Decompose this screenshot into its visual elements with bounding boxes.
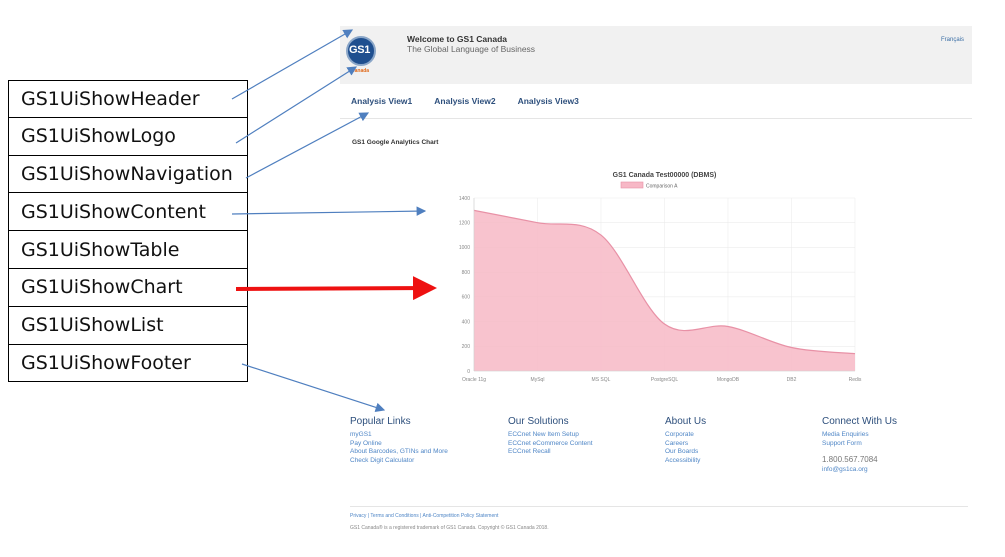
page-screenshot: GS1 Canada Welcome to GS1 Canada The Glo…	[340, 26, 972, 551]
footer-popular-links: Popular Links myGS1 Pay Online About Bar…	[350, 416, 448, 465]
footer-link[interactable]: Our Boards	[665, 448, 706, 457]
y-tick-label: 400	[462, 319, 471, 325]
arrow-logo	[235, 66, 358, 144]
footer-link[interactable]: Careers	[665, 440, 706, 449]
footer-link[interactable]: Media Enquiries	[822, 431, 897, 440]
legend-label: Comparison A	[646, 184, 678, 190]
footer-our-solutions: Our Solutions ECCnet New Item Setup ECCn…	[508, 416, 593, 457]
footer-connect: Connect With Us Media Enquiries Support …	[822, 416, 897, 473]
footer-link[interactable]: Accessibility	[665, 457, 706, 466]
footer-phone: 1.800.567.7084	[822, 455, 878, 465]
arrow-header	[231, 29, 354, 100]
footer-link[interactable]: ECCnet eCommerce Content	[508, 440, 593, 449]
label-header: GS1UiShowHeader	[8, 80, 248, 118]
x-tick-label: Oracle 11g	[462, 377, 486, 383]
footer-link[interactable]: myGS1	[350, 431, 448, 440]
y-tick-label: 600	[462, 295, 471, 301]
label-footer: GS1UiShowFooter	[8, 344, 248, 383]
x-tick-label: DB2	[787, 377, 797, 383]
legal-links[interactable]: Privacy | Terms and Conditions | Anti-Co…	[350, 513, 498, 519]
footer-heading: About Us	[665, 416, 707, 427]
footer-heading: Popular Links	[350, 416, 411, 427]
y-tick-label: 200	[462, 344, 471, 350]
footer-link[interactable]: Support Form	[822, 440, 897, 449]
footer-divider	[350, 506, 968, 507]
component-label-table: GS1UiShowHeader GS1UiShowLogo GS1UiShowN…	[8, 80, 248, 383]
footer-link[interactable]: Check Digit Calculator	[350, 457, 448, 466]
label-content: GS1UiShowContent	[8, 193, 248, 232]
x-tick-label: MongoDB	[717, 377, 740, 383]
footer-about-us: About Us Corporate Careers Our Boards Ac…	[665, 416, 706, 465]
legal-note: GS1 Canada® is a registered trademark of…	[350, 525, 549, 531]
label-table: GS1UiShowTable	[8, 231, 248, 269]
footer-heading: Connect With Us	[822, 416, 898, 427]
label-list: GS1UiShowList	[8, 306, 248, 345]
x-tick-label: MS SQL	[592, 377, 611, 383]
footer-link[interactable]: ECCnet Recall	[508, 448, 593, 457]
y-tick-label: 800	[462, 270, 471, 276]
footer-link[interactable]: Corporate	[665, 431, 706, 440]
label-logo: GS1UiShowLogo	[8, 117, 248, 156]
y-tick-label: 1000	[459, 245, 470, 251]
y-tick-label: 0	[467, 369, 470, 375]
label-navigation: GS1UiShowNavigation	[8, 155, 248, 194]
chart-title: GS1 Canada Test00000 (DBMS)	[613, 172, 717, 179]
footer-email[interactable]: info@gs1ca.org	[822, 466, 897, 473]
footer-heading: Our Solutions	[508, 416, 569, 427]
legend-swatch	[620, 181, 644, 189]
x-tick-label: MySql	[531, 377, 545, 383]
x-tick-label: PostgreSQL	[651, 377, 678, 383]
y-tick-label: 1200	[459, 221, 470, 227]
label-chart: GS1UiShowChart	[8, 268, 248, 307]
x-tick-label: Redis	[849, 377, 862, 383]
footer-link[interactable]: Pay Online	[350, 440, 448, 449]
footer-link[interactable]: About Barcodes, GTINs and More	[350, 448, 448, 457]
footer-link[interactable]: ECCnet New Item Setup	[508, 431, 593, 440]
analytics-chart: GS1 Canada Test00000 (DBMS) Comparison A 0…	[459, 172, 862, 383]
y-tick-label: 1400	[459, 196, 470, 202]
